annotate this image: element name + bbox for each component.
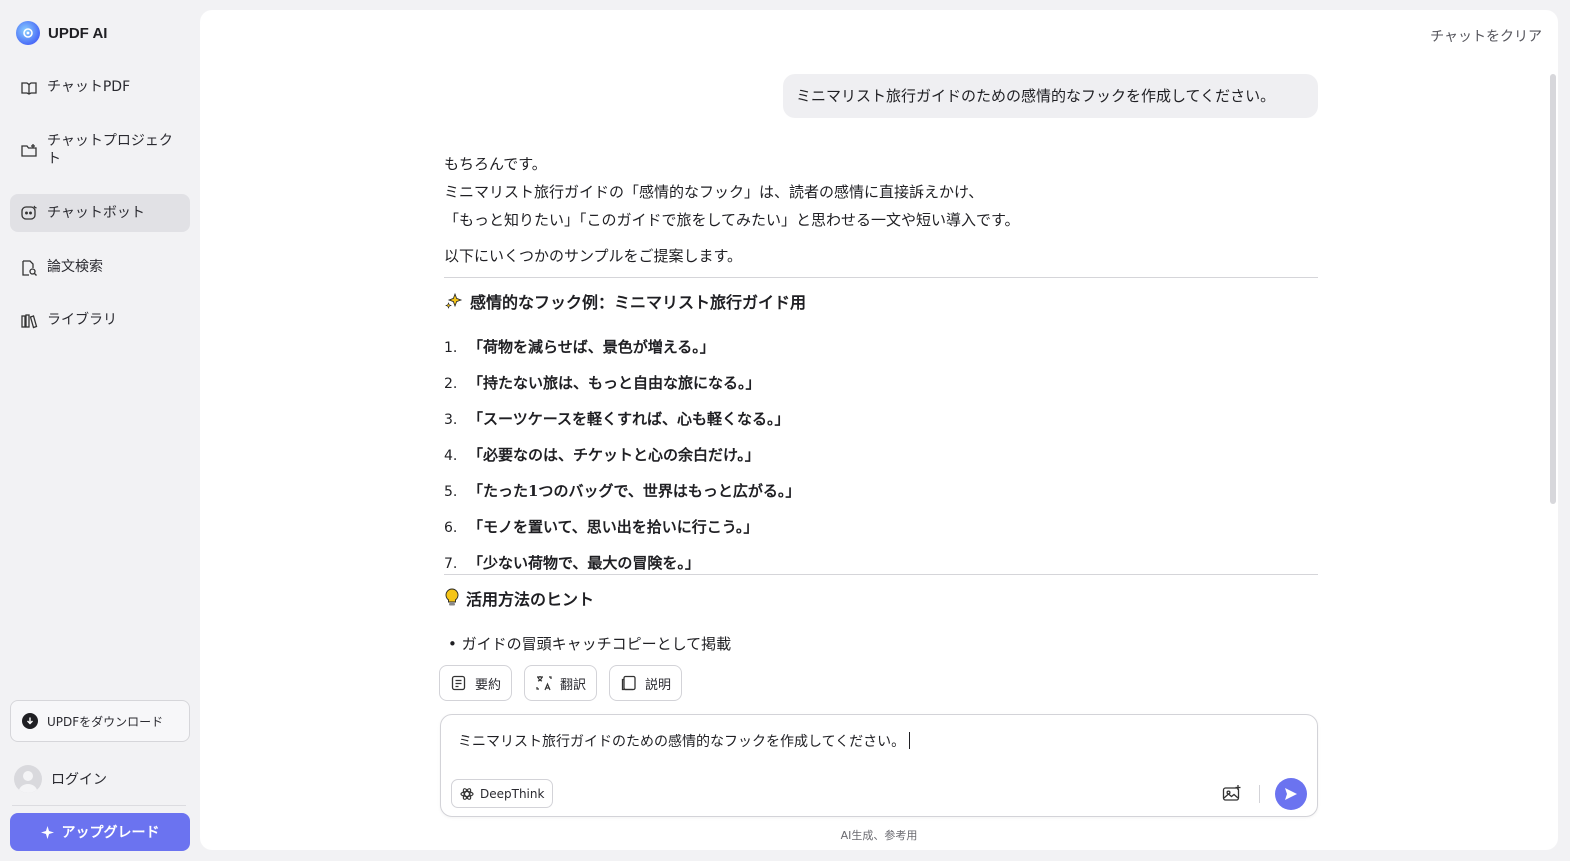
- deepthink-toggle[interactable]: DeepThink: [451, 779, 554, 808]
- message-input[interactable]: ミニマリスト旅行ガイドのための感情的なフックを作成してください。: [458, 731, 911, 751]
- book-icon: [21, 82, 37, 95]
- section-title: 活用方法のヒント: [466, 590, 595, 609]
- hook-text: 「必要なのは、チケットと心の余白だけ。」: [468, 446, 760, 464]
- app-name: UPDF AI: [48, 24, 108, 42]
- sparkle-icon: [40, 825, 54, 839]
- deepthink-label: DeepThink: [480, 786, 545, 801]
- sidebar-item-label: 論文検索: [47, 259, 103, 275]
- list-item: 7. 「少ない荷物で、最大の冒険を。」: [444, 554, 700, 572]
- hook-text: 「持たない旅は、もっと自由な旅になる。」: [468, 374, 761, 392]
- bot-icon: [21, 205, 37, 220]
- list-item: 4. 「必要なのは、チケットと心の余白だけ。」: [444, 446, 760, 464]
- answer-text: 「もっと知りたい」「このガイドで旅をしてみたい」と思わせる一文や短い導入です。: [444, 211, 1020, 229]
- quick-actions: 要約 翻訳 説明: [439, 665, 683, 701]
- doc-search-icon: [22, 260, 37, 276]
- chat-panel: チャットをクリア ミニマリスト旅行ガイドのための感情的なフックを作成してください…: [200, 10, 1558, 850]
- section-heading: 感情的なフック例：ミニマリスト旅行ガイド用: [444, 289, 806, 313]
- sidebar-divider: [12, 805, 186, 806]
- text-caret: [909, 732, 911, 749]
- answer-text: 以下にいくつかのサンプルをご提案します。: [444, 247, 743, 265]
- divider: [444, 277, 1318, 278]
- download-label: UPDFをダウンロード: [47, 714, 164, 729]
- sidebar-item-label: チャットボット: [47, 205, 145, 221]
- sidebar-item-chatbot[interactable]: チャットボット: [10, 194, 190, 232]
- translate-icon: [536, 676, 552, 691]
- sidebar-item-label: チャットPDF: [47, 79, 131, 95]
- summary-icon: [451, 675, 466, 691]
- lightbulb-icon: [445, 588, 459, 606]
- section-heading: 活用方法のヒント: [444, 586, 594, 610]
- clear-chat-button[interactable]: チャットをクリア: [1430, 26, 1542, 46]
- image-upload-icon[interactable]: [1221, 783, 1243, 805]
- message-input-text: ミニマリスト旅行ガイドのための感情的なフックを作成してください。: [458, 734, 906, 750]
- sidebar-item-chat-project[interactable]: チャットプロジェクト: [10, 132, 190, 172]
- hook-text: 「たった1つのバッグで、世界はもっと広がる。」: [468, 482, 801, 500]
- list-item: 1. 「荷物を減らせば、景色が増える。」: [444, 338, 715, 356]
- library-icon: [21, 314, 38, 329]
- hook-text: 「スーツケースを軽くすれば、心も軽くなる。」: [468, 410, 790, 428]
- scrollbar[interactable]: [1550, 74, 1556, 504]
- upgrade-button[interactable]: アップグレード: [10, 813, 190, 851]
- upgrade-label: アップグレード: [61, 825, 160, 841]
- explain-label: 説明: [645, 677, 672, 693]
- explain-icon: [621, 675, 636, 691]
- send-icon: [1285, 788, 1297, 800]
- explain-button[interactable]: 説明: [609, 665, 683, 701]
- login-button[interactable]: ログイン: [14, 765, 107, 793]
- answer-text: ミニマリスト旅行ガイドの「感情的なフック」は、読者の感情に直接訴えかけ、: [444, 183, 984, 201]
- sidebar-item-library[interactable]: ライブラリ: [10, 311, 190, 331]
- sidebar: UPDF AI チャットPDF チャットプロジェクト チャットボット 論文検索 …: [0, 0, 200, 861]
- hook-text: 「荷物を減らせば、景色が増える。」: [468, 338, 715, 356]
- download-updf-button[interactable]: UPDFをダウンロード: [10, 700, 190, 742]
- sparkles-icon: [445, 292, 463, 309]
- app-logo[interactable]: UPDF AI: [16, 21, 107, 45]
- login-label: ログイン: [51, 772, 107, 788]
- folder-icon: [21, 144, 37, 157]
- translate-button[interactable]: 翻訳: [524, 665, 598, 701]
- hook-text: 「少ない荷物で、最大の冒険を。」: [468, 554, 700, 572]
- section-title: 感情的なフック例：ミニマリスト旅行ガイド用: [470, 293, 807, 312]
- list-item: 5. 「たった1つのバッグで、世界はもっと広がる。」: [444, 482, 801, 500]
- avatar-icon: [14, 765, 42, 793]
- tip-text: ガイドの冒頭キャッチコピーとして掲載: [461, 635, 732, 653]
- list-item: 6. 「モノを置いて、思い出を拾いに行こう。」: [444, 518, 759, 536]
- summary-label: 要約: [475, 677, 502, 693]
- message-composer[interactable]: ミニマリスト旅行ガイドのための感情的なフックを作成してください。 DeepThi…: [440, 714, 1318, 817]
- download-icon: [22, 713, 38, 729]
- sidebar-item-label: チャットプロジェクト: [47, 133, 173, 167]
- summary-button[interactable]: 要約: [439, 665, 513, 701]
- user-message: ミニマリスト旅行ガイドのための感情的なフックを作成してください。: [783, 74, 1318, 118]
- answer-text: もちろんです。: [444, 155, 547, 173]
- send-button[interactable]: [1275, 778, 1307, 810]
- ai-disclaimer: AI生成、参考用: [840, 829, 918, 842]
- list-item: 2. 「持たない旅は、もっと自由な旅になる。」: [444, 374, 761, 392]
- sidebar-item-label: ライブラリ: [47, 312, 117, 328]
- translate-label: 翻訳: [560, 677, 587, 693]
- sidebar-item-paper-search[interactable]: 論文検索: [10, 258, 190, 278]
- composer-divider: [1259, 785, 1260, 803]
- list-item: • ガイドの冒頭キャッチコピーとして掲載: [448, 635, 732, 653]
- list-item: 3. 「スーツケースを軽くすれば、心も軽くなる。」: [444, 410, 790, 428]
- atom-icon: [460, 787, 474, 800]
- updf-logo-icon: [16, 21, 40, 45]
- sidebar-item-chat-pdf[interactable]: チャットPDF: [10, 78, 190, 98]
- divider: [444, 574, 1318, 575]
- hook-text: 「モノを置いて、思い出を拾いに行こう。」: [468, 518, 759, 536]
